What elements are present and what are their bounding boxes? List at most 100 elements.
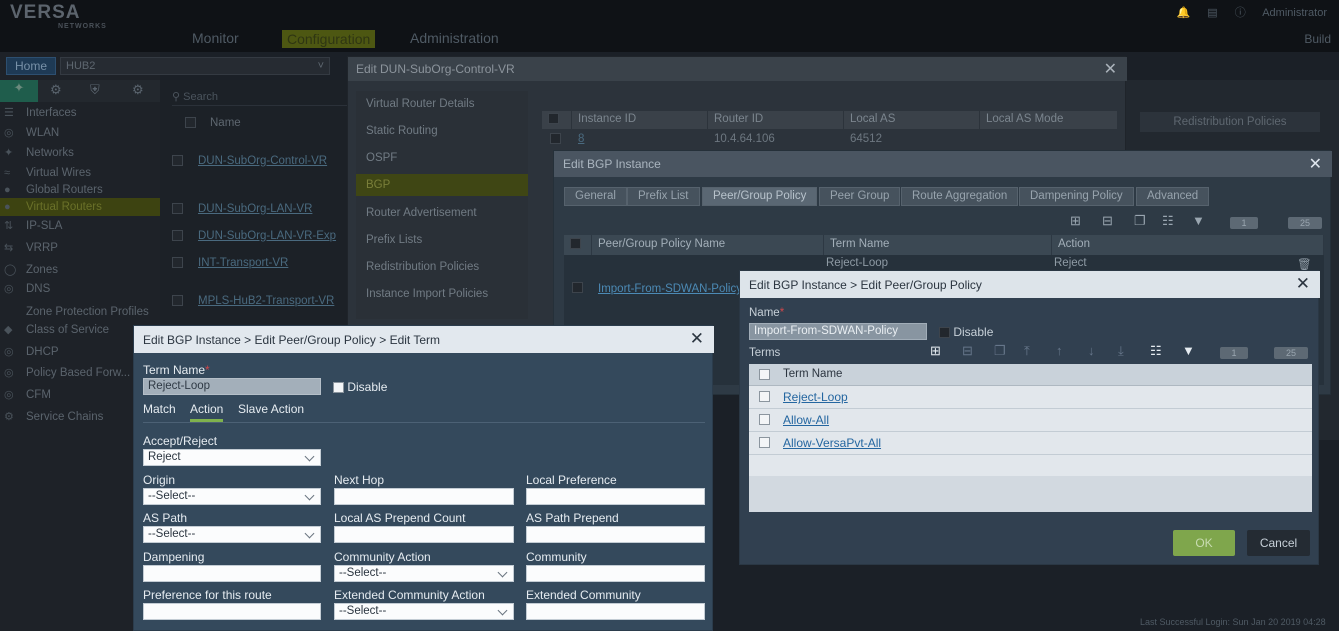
tab-dampening-policy[interactable]: Dampening Policy — [1019, 187, 1134, 206]
clone-icon[interactable]: ❐ — [994, 343, 1006, 359]
select-all-checkbox[interactable] — [564, 235, 592, 255]
sidebar-item-virtual-routers[interactable]: ● Virtual Routers — [0, 198, 160, 216]
list-item[interactable]: DUN-SubOrg-LAN-VR-Exp — [172, 230, 350, 242]
select-all-checkbox[interactable] — [759, 369, 770, 380]
filter-icon[interactable]: ▼ — [1192, 213, 1205, 228]
disable-checkbox[interactable] — [333, 382, 344, 394]
accept-reject-select[interactable]: Reject — [143, 449, 321, 466]
tab-network-icon[interactable]: ✦ — [0, 80, 38, 102]
origin-select[interactable]: --Select-- — [143, 488, 321, 505]
row-checkbox[interactable] — [172, 295, 183, 307]
close-icon[interactable]: ✕ — [1104, 59, 1117, 79]
add-icon[interactable]: ⊞ — [930, 343, 941, 359]
select-all-checkbox[interactable] — [185, 117, 196, 129]
col-policy-name[interactable]: Peer/Group Policy Name — [592, 235, 824, 255]
as-path-select[interactable]: --Select-- — [143, 526, 321, 543]
sidebar-item-virtual-wires[interactable]: ≈ Virtual Wires — [0, 164, 160, 182]
trash-icon[interactable]: 🗑 — [1297, 257, 1312, 271]
row-checkbox[interactable] — [759, 437, 770, 448]
subtab-match[interactable]: Match — [143, 402, 176, 416]
tab-peer-group-policy[interactable]: Peer/Group Policy — [702, 187, 818, 206]
next-hop-field[interactable] — [334, 488, 514, 505]
menu-instance-import[interactable]: Instance Import Policies — [366, 288, 488, 300]
term-link[interactable]: Allow-VersaPvt-All — [783, 436, 881, 450]
col-local-as[interactable]: Local AS — [844, 111, 980, 129]
menu-bgp[interactable]: BGP — [356, 174, 528, 196]
vr-link[interactable]: DUN-SubOrg-LAN-VR — [198, 203, 312, 215]
vr-link[interactable]: MPLS-HuB2-Transport-VR — [198, 295, 334, 307]
local-pref-field[interactable] — [526, 488, 705, 505]
community-field[interactable] — [526, 565, 705, 582]
table-row[interactable]: Allow-VersaPvt-All — [749, 432, 1312, 455]
nav-monitor[interactable]: Monitor — [192, 30, 239, 46]
row-checkbox[interactable] — [544, 131, 567, 149]
sidebar-item-vrrp[interactable]: ⇆ VRRP — [0, 239, 160, 257]
search-input[interactable]: ⚲ Search — [172, 90, 348, 106]
policy-link[interactable]: Import-From-SDWAN-Policy — [598, 283, 742, 295]
table-row[interactable]: Allow-All — [749, 409, 1312, 432]
info-icon[interactable]: ⓘ — [1235, 7, 1246, 19]
sidebar-item-global-routers[interactable]: ● Global Routers — [0, 181, 160, 199]
col-action[interactable]: Action — [1052, 235, 1324, 255]
ext-community-action-select[interactable]: --Select-- — [334, 603, 514, 620]
build-button[interactable]: Build — [1304, 32, 1331, 46]
sidebar-item-zone-protection[interactable]: Zone Protection Profiles — [0, 303, 160, 321]
columns-icon[interactable]: ☷ — [1162, 213, 1174, 229]
vr-link[interactable]: DUN-SubOrg-Control-VR — [198, 155, 327, 167]
page-size[interactable]: 25 — [1288, 217, 1322, 229]
row-checkbox[interactable] — [572, 282, 583, 294]
menu-vr-details[interactable]: Virtual Router Details — [366, 98, 474, 110]
term-link[interactable]: Reject-Loop — [783, 390, 848, 404]
user-menu[interactable]: Administrator — [1262, 7, 1327, 19]
move-down-icon[interactable]: ↓ — [1088, 343, 1095, 358]
sidebar-item-networks[interactable]: ✦ Networks — [0, 144, 160, 162]
cancel-button[interactable]: Cancel — [1247, 530, 1310, 556]
close-icon[interactable]: ✕ — [1309, 154, 1322, 174]
list-item[interactable]: MPLS-HuB2-Transport-VR — [172, 295, 350, 307]
remove-icon[interactable]: ⊟ — [962, 343, 973, 359]
menu-prefix-lists[interactable]: Prefix Lists — [366, 234, 422, 246]
page-number[interactable]: 1 — [1220, 347, 1248, 359]
menu-router-advertisement[interactable]: Router Advertisement — [366, 207, 477, 219]
term-name-field[interactable]: Reject-Loop — [143, 378, 321, 395]
table-row[interactable]: Reject-Loop — [749, 386, 1312, 409]
move-bottom-icon[interactable]: ⤓ — [1118, 343, 1124, 359]
remove-icon[interactable]: ⊟ — [1102, 213, 1113, 229]
row-checkbox[interactable] — [172, 203, 183, 215]
menu-static-routing[interactable]: Static Routing — [366, 125, 438, 137]
sidebar-item-zones[interactable]: ◯ Zones — [0, 261, 160, 279]
nav-configuration[interactable]: Configuration — [282, 30, 376, 48]
instance-id-link[interactable]: 8 — [572, 131, 590, 149]
columns-icon[interactable]: ☷ — [1150, 343, 1162, 359]
list-item[interactable]: INT-Transport-VR — [172, 257, 350, 269]
shield-icon[interactable]: ⛨ — [90, 82, 100, 98]
move-up-icon[interactable]: ↑ — [1056, 343, 1063, 358]
bell-icon[interactable]: 🔔 — [1177, 7, 1191, 19]
row-checkbox[interactable] — [172, 230, 183, 242]
policy-name-field[interactable]: Import-From-SDWAN-Policy — [749, 323, 927, 340]
nav-administration[interactable]: Administration — [410, 30, 499, 46]
row-checkbox[interactable] — [759, 414, 770, 425]
local-as-prepend-field[interactable] — [334, 526, 514, 543]
tab-advanced[interactable]: Advanced — [1136, 187, 1210, 206]
tab-peer-group[interactable]: Peer Group — [819, 187, 901, 206]
col-instance-id[interactable]: Instance ID — [572, 111, 708, 129]
disable-toggle[interactable]: Disable — [333, 380, 387, 394]
page-size[interactable]: 25 — [1274, 347, 1308, 359]
term-link[interactable]: Allow-All — [783, 413, 829, 427]
sidebar-item-dns[interactable]: ◎ DNS — [0, 280, 160, 298]
sidebar-item-wlan[interactable]: ◎ WLAN — [0, 124, 160, 142]
col-term-name[interactable]: Term Name — [824, 235, 1052, 255]
sidebar-item-ip-sla[interactable]: ⇅ IP-SLA — [0, 217, 160, 235]
as-path-prepend-field[interactable] — [526, 526, 705, 543]
col-term-name[interactable]: Term Name — [783, 368, 842, 380]
disable-toggle[interactable]: Disable — [939, 325, 993, 339]
dampening-field[interactable] — [143, 565, 321, 582]
name-column-header[interactable]: Name — [210, 117, 241, 129]
sidebar-item-interfaces[interactable]: ☰ Interfaces — [0, 104, 160, 122]
list-item[interactable]: DUN-SubOrg-Control-VR — [172, 155, 350, 167]
list-item[interactable]: DUN-SubOrg-LAN-VR — [172, 203, 350, 215]
subtab-slave-action[interactable]: Slave Action — [238, 402, 304, 416]
settings-icon[interactable]: ⚙ — [132, 82, 144, 98]
document-icon[interactable]: ▤ — [1207, 7, 1217, 19]
